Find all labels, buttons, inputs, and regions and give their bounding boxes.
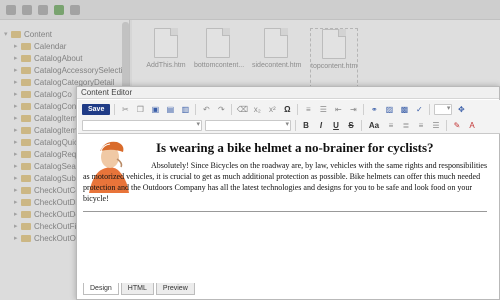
toolbar-separator <box>363 104 365 115</box>
copy-icon[interactable]: ❐ <box>134 104 146 116</box>
article-paragraph: Absolutely! Since Bicycles on the roadwa… <box>83 160 491 204</box>
article-paragraph-text: Absolutely! Since Bicycles on the roadwa… <box>83 161 488 203</box>
table-icon[interactable] <box>434 104 453 115</box>
toolbar-separator <box>114 104 116 115</box>
toolbar-separator <box>297 104 299 115</box>
editor-content[interactable]: Is wearing a bike helmet a no-brainer fo… <box>81 137 495 295</box>
module-icon[interactable]: ✥ <box>455 104 467 116</box>
image-icon[interactable]: ▨ <box>383 104 395 116</box>
editor-mode-tabs: Design HTML Preview <box>83 283 195 295</box>
toolbar-separator <box>429 104 431 115</box>
paste-word-icon[interactable]: ▥ <box>179 104 191 116</box>
indent-icon[interactable]: ⇥ <box>347 104 359 116</box>
font-name-select[interactable] <box>205 120 291 131</box>
cut-icon[interactable]: ✂ <box>119 104 131 116</box>
numbered-list-icon[interactable]: ≡ <box>302 104 314 116</box>
align-center-icon[interactable]: ≣ <box>400 120 412 132</box>
align-right-icon[interactable]: ≡ <box>415 120 427 132</box>
toolbar-separator <box>361 120 362 131</box>
link-icon[interactable]: ⚭ <box>368 104 380 116</box>
editor-toolbar: Save ✂ ❐ ▣ ▤ ▥ ↶ ↷ ⌫ x₂ x² Ω ≡ ☰ ⇤ ⇥ ⚭ ▨… <box>78 100 500 134</box>
toolbar-separator <box>295 120 296 131</box>
tab-preview[interactable]: Preview <box>155 283 195 295</box>
tab-design[interactable]: Design <box>83 283 119 295</box>
bold-icon[interactable]: B <box>300 120 312 132</box>
bullet-list-icon[interactable]: ☰ <box>317 104 329 116</box>
tab-html[interactable]: HTML <box>120 283 154 295</box>
toolbar-row-1: Save ✂ ❐ ▣ ▤ ▥ ↶ ↷ ⌫ x₂ x² Ω ≡ ☰ ⇤ ⇥ ⚭ ▨… <box>82 102 467 117</box>
font-color-icon[interactable]: A <box>466 120 478 132</box>
outdent-icon[interactable]: ⇤ <box>332 104 344 116</box>
format-stripper-icon[interactable]: ⌫ <box>236 104 248 116</box>
article-heading: Is wearing a bike helmet a no-brainer fo… <box>156 140 434 155</box>
paragraph-style-select[interactable] <box>82 120 202 131</box>
redo-icon[interactable]: ↷ <box>215 104 227 116</box>
strikethrough-icon[interactable]: S <box>345 120 357 132</box>
symbol-icon[interactable]: Ω <box>281 104 293 116</box>
highlight-color-icon[interactable]: ✎ <box>451 120 463 132</box>
horizontal-rule <box>83 211 487 212</box>
paste-icon[interactable]: ▣ <box>149 104 161 116</box>
paste-text-icon[interactable]: ▤ <box>164 104 176 116</box>
undo-icon[interactable]: ↶ <box>200 104 212 116</box>
superscript-icon[interactable]: x² <box>266 104 278 116</box>
toolbar-separator <box>446 120 447 131</box>
spellcheck-icon[interactable]: ✓ <box>413 104 425 116</box>
save-button[interactable]: Save <box>82 104 111 115</box>
toolbar-row-2: B I U S Aa ≡ ≣ ≡ ☰ ✎ A <box>82 118 478 133</box>
align-left-icon[interactable]: ≡ <box>385 120 397 132</box>
subscript-icon[interactable]: x₂ <box>251 104 263 116</box>
justify-icon[interactable]: ☰ <box>430 120 442 132</box>
media-icon[interactable]: ▩ <box>398 104 410 116</box>
font-size-icon[interactable]: Aa <box>366 120 382 132</box>
italic-icon[interactable]: I <box>315 120 327 132</box>
underline-icon[interactable]: U <box>330 120 342 132</box>
toolbar-separator <box>195 104 197 115</box>
toolbar-separator <box>231 104 233 115</box>
content-editor-dialog: Content Editor Save ✂ ❐ ▣ ▤ ▥ ↶ ↷ ⌫ x₂ x… <box>76 86 500 300</box>
dialog-title: Content Editor <box>77 87 499 99</box>
